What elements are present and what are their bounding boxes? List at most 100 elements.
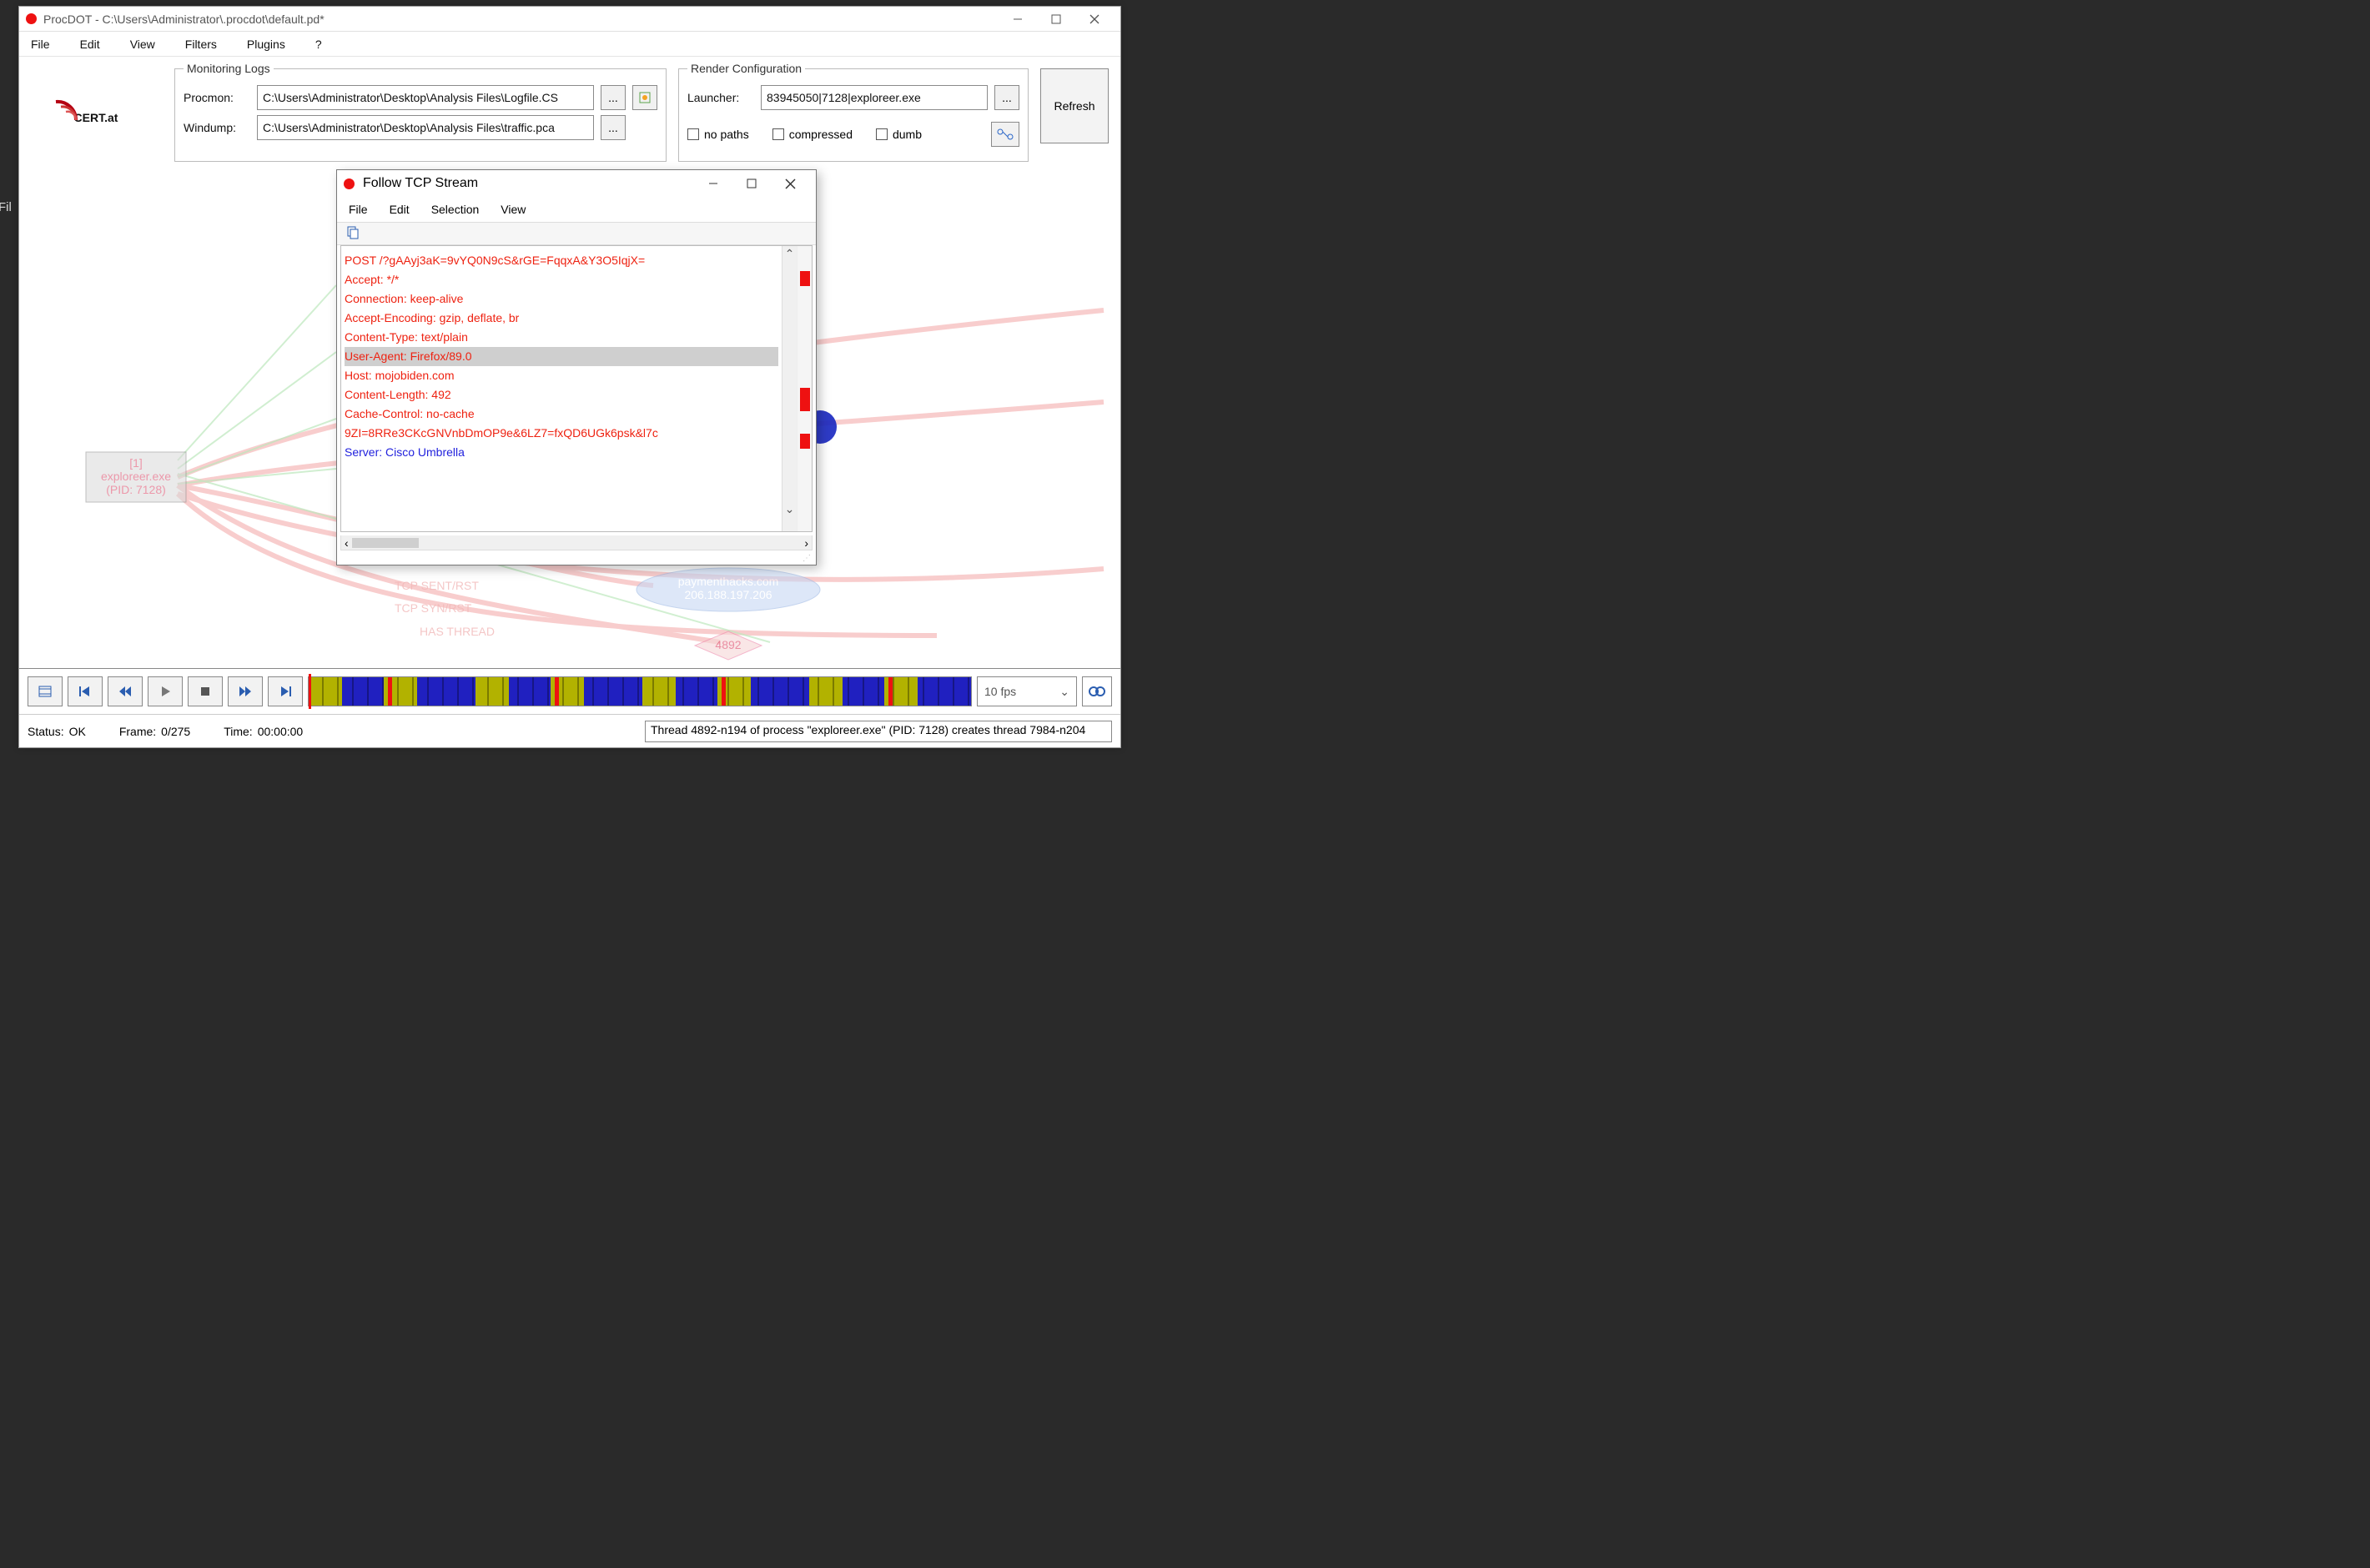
fps-select[interactable]: 10 fps ⌄: [977, 676, 1077, 706]
proc-node-line2: exploreer.exe: [101, 470, 171, 483]
logo-text: CERT: [74, 111, 105, 124]
flow-icon: [997, 128, 1014, 140]
play-button[interactable]: [148, 676, 183, 706]
edge-label-1: TCP SENT/RST: [395, 579, 479, 592]
window-title: ProcDOT - C:\Users\Administrator\.procdo…: [43, 13, 325, 26]
render-legend: Render Configuration: [687, 62, 805, 75]
windump-input[interactable]: C:\Users\Administrator\Desktop\Analysis …: [257, 115, 594, 140]
proc-node-line3: (PID: 7128): [106, 483, 166, 496]
edge-label-2: TCP SYN/RST: [395, 601, 472, 615]
menu-help[interactable]: ?: [309, 34, 329, 54]
scroll-up-icon[interactable]: ⌃: [782, 246, 797, 261]
tcp-stream-window[interactable]: Follow TCP Stream File Edit Selection Vi…: [336, 169, 817, 565]
dumb-label: dumb: [893, 128, 922, 141]
stop-button[interactable]: [188, 676, 223, 706]
windump-label: Windump:: [184, 121, 250, 134]
no-paths-label: no paths: [704, 128, 749, 141]
step-forward-button[interactable]: [228, 676, 263, 706]
tcp-app-icon: [344, 178, 355, 189]
minimize-button[interactable]: [999, 7, 1037, 32]
copy-icon[interactable]: [345, 226, 359, 242]
config-row: CERT.at Monitoring Logs Procmon: C:\User…: [19, 57, 1120, 165]
compressed-checkbox[interactable]: compressed: [772, 128, 853, 141]
timeline-cursor[interactable]: [309, 674, 311, 709]
tcp-menu-edit[interactable]: Edit: [386, 201, 413, 218]
render-config-group: Render Configuration Launcher: 83945050|…: [678, 62, 1029, 162]
frame-label: Frame:: [119, 725, 156, 738]
windump-browse-button[interactable]: ...: [601, 115, 626, 140]
procmon-input[interactable]: C:\Users\Administrator\Desktop\Analysis …: [257, 85, 594, 110]
menu-file[interactable]: File: [24, 34, 57, 54]
host-node-line2: 206.188.197.206: [684, 588, 772, 601]
timeline[interactable]: [308, 676, 972, 706]
main-window: ProcDOT - C:\Users\Administrator\.procdo…: [18, 6, 1121, 748]
logo-suffix: .at: [104, 111, 118, 124]
step-back-button[interactable]: [108, 676, 143, 706]
proc-node-line1: [1]: [129, 456, 143, 470]
host-node-line1: paymenthacks.com: [678, 575, 779, 588]
render-settings-button[interactable]: [991, 122, 1019, 147]
launcher-input[interactable]: 83945050|7128|exploreer.exe: [761, 85, 988, 110]
menu-edit[interactable]: Edit: [73, 34, 107, 54]
fps-value: 10 fps: [984, 685, 1016, 698]
no-paths-checkbox[interactable]: no paths: [687, 128, 749, 141]
tcp-menu-view[interactable]: View: [497, 201, 529, 218]
edge-label-3: HAS THREAD: [420, 625, 495, 638]
skip-end-button[interactable]: [268, 676, 303, 706]
film-button[interactable]: [28, 676, 63, 706]
menu-view[interactable]: View: [123, 34, 162, 54]
close-button[interactable]: [1075, 7, 1114, 32]
procmon-tool-button[interactable]: [632, 85, 657, 110]
diamond-label: 4892: [715, 638, 741, 651]
menu-plugins[interactable]: Plugins: [240, 34, 292, 54]
tcp-vertical-scrollbar[interactable]: ⌃ ⌄: [782, 246, 797, 531]
tcp-menu-file[interactable]: File: [345, 201, 371, 218]
launcher-label: Launcher:: [687, 91, 754, 104]
menubar: File Edit View Filters Plugins ?: [19, 32, 1120, 57]
maximize-button[interactable]: [1037, 7, 1075, 32]
procmon-label: Procmon:: [184, 91, 250, 104]
chevron-down-icon: ⌄: [1059, 685, 1069, 699]
tcp-menubar: File Edit Selection View: [337, 197, 816, 222]
app-icon: [26, 13, 37, 24]
launcher-browse-button[interactable]: ...: [994, 85, 1019, 110]
loop-button[interactable]: [1082, 676, 1112, 706]
monitoring-logs-group: Monitoring Logs Procmon: C:\Users\Admini…: [174, 62, 667, 162]
refresh-button[interactable]: Refresh: [1040, 68, 1109, 143]
menu-filters[interactable]: Filters: [179, 34, 224, 54]
cert-arc-icon: [51, 97, 78, 123]
titlebar[interactable]: ProcDOT - C:\Users\Administrator\.procdo…: [19, 7, 1120, 32]
playback-bar: 10 fps ⌄: [19, 668, 1120, 714]
status-message: Thread 4892-n194 of process "exploreer.e…: [645, 721, 1112, 742]
frame-value: 0/275: [161, 725, 190, 738]
procmon-tool-icon: [638, 91, 652, 104]
scroll-right-icon[interactable]: ›: [804, 536, 808, 550]
procmon-browse-button[interactable]: ...: [601, 85, 626, 110]
statusbar: Status: OK Frame: 0/275 Time: 00:00:00 T…: [19, 714, 1120, 747]
logo: CERT.at: [29, 68, 163, 160]
tcp-toolbar: [337, 222, 816, 245]
tcp-close-button[interactable]: [771, 171, 809, 196]
skip-start-button[interactable]: [68, 676, 103, 706]
tcp-window-title: Follow TCP Stream: [363, 176, 478, 191]
tcp-titlebar[interactable]: Follow TCP Stream: [337, 170, 816, 197]
scroll-thumb[interactable]: [352, 538, 419, 548]
tcp-menu-selection[interactable]: Selection: [428, 201, 483, 218]
tcp-horizontal-scrollbar[interactable]: ‹ ›: [340, 535, 813, 550]
dumb-checkbox[interactable]: dumb: [876, 128, 922, 141]
status-value: OK: [69, 725, 86, 738]
tcp-minimize-button[interactable]: [694, 171, 732, 196]
scroll-down-icon[interactable]: ⌄: [782, 501, 797, 516]
monitoring-legend: Monitoring Logs: [184, 62, 274, 75]
tcp-maximize-button[interactable]: [732, 171, 771, 196]
cropped-text: Fil: [0, 200, 12, 214]
tcp-body: POST /?gAAyj3aK=9vYQ0N9cS&rGE=FqqxA&Y3O5…: [340, 245, 813, 532]
compressed-label: compressed: [789, 128, 853, 141]
scroll-left-icon[interactable]: ‹: [345, 536, 349, 550]
resize-grip[interactable]: ⋰: [337, 554, 816, 565]
tcp-marker-gutter[interactable]: [797, 246, 812, 531]
tcp-text-area[interactable]: POST /?gAAyj3aK=9vYQ0N9cS&rGE=FqqxA&Y3O5…: [341, 246, 782, 531]
status-label: Status:: [28, 725, 64, 738]
time-value: 00:00:00: [258, 725, 304, 738]
time-label: Time:: [224, 725, 252, 738]
